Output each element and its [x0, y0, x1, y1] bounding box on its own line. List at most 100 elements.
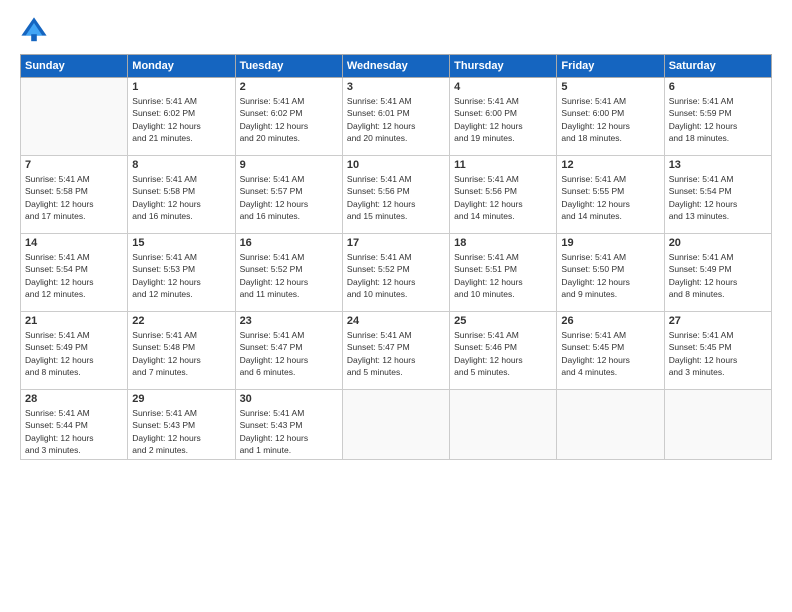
- day-info: Sunrise: 5:41 AM Sunset: 5:52 PM Dayligh…: [240, 251, 338, 300]
- calendar-cell: [450, 390, 557, 460]
- calendar-cell: 30 Sunrise: 5:41 AM Sunset: 5:43 PM Dayli…: [235, 390, 342, 460]
- day-number: 8: [132, 159, 230, 171]
- day-info: Sunrise: 5:41 AM Sunset: 6:00 PM Dayligh…: [454, 95, 552, 144]
- day-info: Sunrise: 5:41 AM Sunset: 5:45 PM Dayligh…: [669, 329, 767, 378]
- calendar-cell: 29 Sunrise: 5:41 AM Sunset: 5:43 PM Dayli…: [128, 390, 235, 460]
- day-info: Sunrise: 5:41 AM Sunset: 5:56 PM Dayligh…: [454, 173, 552, 222]
- day-info: Sunrise: 5:41 AM Sunset: 5:56 PM Dayligh…: [347, 173, 445, 222]
- day-number: 1: [132, 81, 230, 93]
- day-info: Sunrise: 5:41 AM Sunset: 6:01 PM Dayligh…: [347, 95, 445, 144]
- calendar-cell: 11 Sunrise: 5:41 AM Sunset: 5:56 PM Dayli…: [450, 156, 557, 234]
- calendar-cell: 9 Sunrise: 5:41 AM Sunset: 5:57 PM Daylig…: [235, 156, 342, 234]
- calendar-cell: 4Sunrise: 5:41 AM Sunset: 6:00 PM Daylig…: [450, 78, 557, 156]
- calendar-cell: 13 Sunrise: 5:41 AM Sunset: 5:54 PM Dayli…: [664, 156, 771, 234]
- day-info: Sunrise: 5:41 AM Sunset: 5:43 PM Dayligh…: [240, 407, 338, 456]
- calendar-cell: 28 Sunrise: 5:41 AM Sunset: 5:44 PM Dayli…: [21, 390, 128, 460]
- day-number: 2: [240, 81, 338, 93]
- day-info: Sunrise: 5:41 AM Sunset: 6:02 PM Dayligh…: [132, 95, 230, 144]
- calendar-cell: 1 Sunrise: 5:41 AM Sunset: 6:02 PM Daylig…: [128, 78, 235, 156]
- day-info: Sunrise: 5:41 AM Sunset: 5:54 PM Dayligh…: [669, 173, 767, 222]
- calendar-cell: 12 Sunrise: 5:41 AM Sunset: 5:55 PM Dayli…: [557, 156, 664, 234]
- calendar-cell: 22Sunrise: 5:41 AM Sunset: 5:48 PM Dayli…: [128, 312, 235, 390]
- day-info: Sunrise: 5:41 AM Sunset: 5:51 PM Dayligh…: [454, 251, 552, 300]
- calendar-cell: 10 Sunrise: 5:41 AM Sunset: 5:56 PM Dayli…: [342, 156, 449, 234]
- calendar-cell: 3 Sunrise: 5:41 AM Sunset: 6:01 PM Daylig…: [342, 78, 449, 156]
- header-day: Tuesday: [235, 55, 342, 78]
- calendar-cell: 8 Sunrise: 5:41 AM Sunset: 5:58 PM Daylig…: [128, 156, 235, 234]
- calendar-cell: [342, 390, 449, 460]
- day-info: Sunrise: 5:41 AM Sunset: 5:59 PM Dayligh…: [669, 95, 767, 144]
- calendar-cell: 14Sunrise: 5:41 AM Sunset: 5:54 PM Dayli…: [21, 234, 128, 312]
- day-number: 23: [240, 315, 338, 327]
- header-day: Thursday: [450, 55, 557, 78]
- day-info: Sunrise: 5:41 AM Sunset: 5:55 PM Dayligh…: [561, 173, 659, 222]
- calendar-cell: 21Sunrise: 5:41 AM Sunset: 5:49 PM Dayli…: [21, 312, 128, 390]
- header: [20, 16, 772, 44]
- day-number: 11: [454, 159, 552, 171]
- calendar-cell: 2 Sunrise: 5:41 AM Sunset: 6:02 PM Daylig…: [235, 78, 342, 156]
- day-number: 14: [25, 237, 123, 249]
- calendar-cell: 16 Sunrise: 5:41 AM Sunset: 5:52 PM Dayli…: [235, 234, 342, 312]
- day-number: 3: [347, 81, 445, 93]
- logo: [20, 16, 52, 44]
- day-info: Sunrise: 5:41 AM Sunset: 5:58 PM Dayligh…: [132, 173, 230, 222]
- day-number: 17: [347, 237, 445, 249]
- header-day: Saturday: [664, 55, 771, 78]
- day-number: 25: [454, 315, 552, 327]
- day-number: 5: [561, 81, 659, 93]
- header-day: Monday: [128, 55, 235, 78]
- header-day: Sunday: [21, 55, 128, 78]
- day-info: Sunrise: 5:41 AM Sunset: 5:50 PM Dayligh…: [561, 251, 659, 300]
- calendar-row: 28 Sunrise: 5:41 AM Sunset: 5:44 PM Dayli…: [21, 390, 772, 460]
- day-info: Sunrise: 5:41 AM Sunset: 5:52 PM Dayligh…: [347, 251, 445, 300]
- day-number: 6: [669, 81, 767, 93]
- day-info: Sunrise: 5:41 AM Sunset: 5:43 PM Dayligh…: [132, 407, 230, 456]
- day-number: 13: [669, 159, 767, 171]
- calendar-cell: 18Sunrise: 5:41 AM Sunset: 5:51 PM Dayli…: [450, 234, 557, 312]
- day-number: 10: [347, 159, 445, 171]
- day-number: 12: [561, 159, 659, 171]
- day-number: 16: [240, 237, 338, 249]
- calendar-cell: 27Sunrise: 5:41 AM Sunset: 5:45 PM Dayli…: [664, 312, 771, 390]
- calendar-cell: 15 Sunrise: 5:41 AM Sunset: 5:53 PM Dayli…: [128, 234, 235, 312]
- day-info: Sunrise: 5:41 AM Sunset: 5:46 PM Dayligh…: [454, 329, 552, 378]
- day-number: 15: [132, 237, 230, 249]
- day-number: 28: [25, 393, 123, 405]
- calendar-cell: 7 Sunrise: 5:41 AM Sunset: 5:58 PM Daylig…: [21, 156, 128, 234]
- header-day: Friday: [557, 55, 664, 78]
- header-row: SundayMondayTuesdayWednesdayThursdayFrid…: [21, 55, 772, 78]
- day-info: Sunrise: 5:41 AM Sunset: 5:49 PM Dayligh…: [25, 329, 123, 378]
- calendar-cell: 26Sunrise: 5:41 AM Sunset: 5:45 PM Dayli…: [557, 312, 664, 390]
- calendar-cell: 17 Sunrise: 5:41 AM Sunset: 5:52 PM Dayli…: [342, 234, 449, 312]
- day-number: 29: [132, 393, 230, 405]
- calendar-cell: 5Sunrise: 5:41 AM Sunset: 6:00 PM Daylig…: [557, 78, 664, 156]
- calendar-cell: 6 Sunrise: 5:41 AM Sunset: 5:59 PM Daylig…: [664, 78, 771, 156]
- calendar-cell: [557, 390, 664, 460]
- day-info: Sunrise: 5:41 AM Sunset: 5:49 PM Dayligh…: [669, 251, 767, 300]
- calendar-cell: 25 Sunrise: 5:41 AM Sunset: 5:46 PM Dayli…: [450, 312, 557, 390]
- day-number: 22: [132, 315, 230, 327]
- day-info: Sunrise: 5:41 AM Sunset: 5:47 PM Dayligh…: [240, 329, 338, 378]
- day-info: Sunrise: 5:41 AM Sunset: 5:53 PM Dayligh…: [132, 251, 230, 300]
- day-number: 24: [347, 315, 445, 327]
- day-number: 9: [240, 159, 338, 171]
- calendar-row: 14Sunrise: 5:41 AM Sunset: 5:54 PM Dayli…: [21, 234, 772, 312]
- day-info: Sunrise: 5:41 AM Sunset: 5:58 PM Dayligh…: [25, 173, 123, 222]
- calendar-cell: 20Sunrise: 5:41 AM Sunset: 5:49 PM Dayli…: [664, 234, 771, 312]
- day-info: Sunrise: 5:41 AM Sunset: 6:02 PM Dayligh…: [240, 95, 338, 144]
- calendar-cell: 24Sunrise: 5:41 AM Sunset: 5:47 PM Dayli…: [342, 312, 449, 390]
- header-day: Wednesday: [342, 55, 449, 78]
- calendar-cell: 19 Sunrise: 5:41 AM Sunset: 5:50 PM Dayli…: [557, 234, 664, 312]
- calendar-cell: [664, 390, 771, 460]
- page: SundayMondayTuesdayWednesdayThursdayFrid…: [0, 0, 792, 612]
- day-number: 7: [25, 159, 123, 171]
- day-info: Sunrise: 5:41 AM Sunset: 5:44 PM Dayligh…: [25, 407, 123, 456]
- calendar-row: 7 Sunrise: 5:41 AM Sunset: 5:58 PM Daylig…: [21, 156, 772, 234]
- calendar-row: 1 Sunrise: 5:41 AM Sunset: 6:02 PM Daylig…: [21, 78, 772, 156]
- day-info: Sunrise: 5:41 AM Sunset: 5:57 PM Dayligh…: [240, 173, 338, 222]
- calendar-table: SundayMondayTuesdayWednesdayThursdayFrid…: [20, 54, 772, 460]
- calendar-row: 21Sunrise: 5:41 AM Sunset: 5:49 PM Dayli…: [21, 312, 772, 390]
- day-number: 19: [561, 237, 659, 249]
- day-number: 30: [240, 393, 338, 405]
- day-info: Sunrise: 5:41 AM Sunset: 5:45 PM Dayligh…: [561, 329, 659, 378]
